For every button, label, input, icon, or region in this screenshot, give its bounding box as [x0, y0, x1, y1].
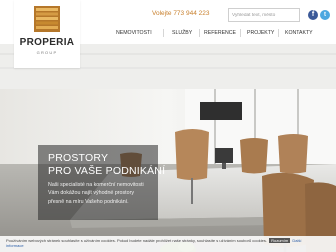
- search-input[interactable]: [228, 8, 300, 22]
- facebook-icon[interactable]: f: [308, 10, 318, 20]
- nav-item-kontakty[interactable]: KONTAKTY: [285, 27, 313, 39]
- nav-divider: [240, 29, 241, 37]
- nav-item-reference[interactable]: REFERENCE: [204, 27, 236, 39]
- hero-caption: PROSTORY PRO VAŠE PODNIKÁNÍ Naši special…: [38, 145, 166, 220]
- nav-divider: [163, 29, 164, 37]
- site-header: PROPERIA GROUP Volejte 773 944 223 f t N…: [0, 0, 336, 68]
- hero-description: Naši specialisté na komerční nemovitosti…: [48, 182, 144, 205]
- nav-item-nemovitosti[interactable]: NEMOVITOSTI: [116, 27, 152, 39]
- nav-divider: [199, 29, 200, 37]
- cookie-text: Používáním webových stránek souhlasíte s…: [6, 238, 267, 243]
- logo[interactable]: PROPERIA GROUP: [14, 0, 80, 68]
- hero-title-line1: PROSTORY: [48, 152, 109, 164]
- hero-banner: PROSTORY PRO VAŠE PODNIKÁNÍ Naši special…: [0, 44, 336, 252]
- cookie-bar: Používáním webových stránek souhlasíte s…: [0, 236, 336, 252]
- nav-divider: [278, 29, 279, 37]
- twitter-icon[interactable]: t: [320, 10, 330, 20]
- phone-number[interactable]: Volejte 773 944 223: [152, 10, 209, 17]
- main-nav: NEMOVITOSTI SLUŽBY REFERENCE PROJEKTY KO…: [88, 27, 336, 39]
- cookie-accept-button[interactable]: Rozumím: [269, 238, 291, 243]
- logo-mark-icon: [34, 6, 60, 32]
- brand-name: PROPERIA: [19, 37, 75, 48]
- nav-item-sluzby[interactable]: SLUŽBY: [172, 27, 192, 39]
- brand-tagline: GROUP: [36, 50, 58, 55]
- hero-title-line2: PRO VAŠE PODNIKÁNÍ: [48, 165, 166, 177]
- nav-item-projekty[interactable]: PROJEKTY: [247, 27, 274, 39]
